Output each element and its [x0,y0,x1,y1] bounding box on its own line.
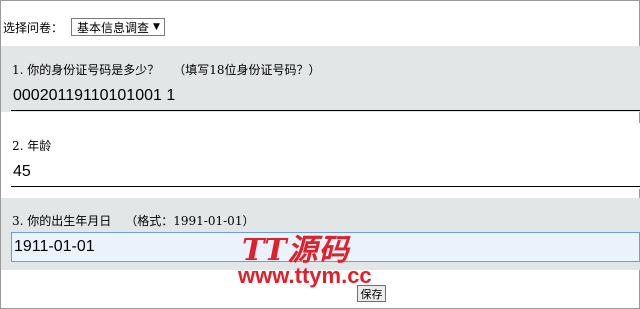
questionnaire-select-value: 基本信息调查 [77,20,150,35]
question-2-label: 2. 年龄 [12,137,51,154]
question-3: 3. 你的出生年月日 （格式：1991-01-01） 1911-01-01 [1,198,640,270]
questionnaire-selector-row: 选择问卷： 基本信息调查 ▼ [3,17,165,37]
question-2-input-value: 45 [13,162,31,180]
save-button[interactable]: 保存 [357,285,386,302]
question-3-input[interactable]: 1911-01-01 [11,232,640,262]
question-3-label: 3. 你的出生年月日 （格式：1991-01-01） [12,212,254,229]
question-1: 1. 你的身份证号码是多少？ （填写18位身份证号码？） 000201191101… [1,46,640,112]
question-1-label: 1. 你的身份证号码是多少？ （填写18位身份证号码？） [12,61,321,78]
question-1-hint: （填写18位身份证号码？） [173,63,321,77]
questionnaire-select[interactable]: 基本信息调查 ▼ [71,18,165,36]
question-1-input-value: 00020119110101001 1 [13,86,176,104]
question-2-input[interactable]: 45 [11,157,640,187]
questionnaire-selector-label: 选择问卷： [3,20,64,35]
question-1-text: 1. 你的身份证号码是多少？ [12,63,160,77]
dropdown-arrow-icon: ▼ [153,22,160,32]
question-3-text: 3. 你的出生年月日 [12,214,112,228]
question-2: 2. 年龄 45 [1,123,640,189]
question-1-input[interactable]: 00020119110101001 1 [11,81,640,111]
question-2-text: 2. 年龄 [12,139,52,153]
question-3-hint: （格式：1991-01-01） [125,214,255,228]
question-3-input-value: 1911-01-01 [14,238,95,255]
